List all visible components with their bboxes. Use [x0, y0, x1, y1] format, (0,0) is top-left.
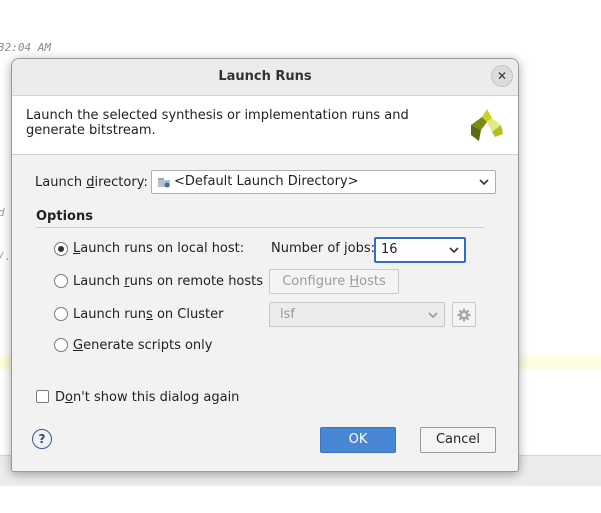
cluster-value: lsf	[280, 307, 295, 322]
gear-icon	[457, 308, 471, 322]
cluster-label[interactable]: Launch runs on Cluster	[73, 307, 223, 322]
chevron-down-icon	[449, 247, 459, 254]
cluster-radio[interactable]	[54, 307, 68, 321]
ok-button[interactable]: OK	[320, 427, 396, 453]
number-of-jobs-label: Number of jobs:	[271, 241, 375, 256]
background-fragment: /.	[0, 250, 12, 263]
dialog-titlebar: Launch Runs ✕	[12, 59, 518, 96]
options-heading: Options	[36, 209, 93, 224]
dont-show-again-label[interactable]: Don't show this dialog again	[55, 390, 239, 405]
dialog-description: Launch the selected synthesis or impleme…	[26, 108, 409, 138]
dont-show-again-checkbox[interactable]	[36, 390, 49, 403]
local-host-radio[interactable]	[54, 242, 68, 256]
local-host-label[interactable]: Launch runs on local host:	[73, 241, 244, 256]
cancel-button[interactable]: Cancel	[420, 427, 496, 453]
background-fragment: d	[0, 206, 5, 219]
launch-directory-value: <Default Launch Directory>	[174, 174, 359, 189]
number-of-jobs-value: 16	[381, 242, 398, 257]
dialog-title: Launch Runs	[218, 69, 312, 84]
options-divider	[36, 227, 484, 228]
generate-scripts-label[interactable]: Generate scripts only	[73, 338, 212, 353]
remote-hosts-radio[interactable]	[54, 274, 68, 288]
chevron-down-icon	[479, 179, 489, 186]
cluster-settings-button[interactable]	[452, 302, 476, 327]
launch-runs-dialog: Launch Runs ✕ Launch the selected synthe…	[11, 58, 519, 472]
launch-directory-label: Launch directory:	[35, 175, 148, 190]
remote-hosts-label[interactable]: Launch runs on remote hosts	[73, 274, 263, 289]
close-icon[interactable]: ✕	[491, 65, 513, 87]
background-timestamp: 32:04 AM	[0, 41, 51, 54]
vivado-logo-icon	[471, 109, 503, 141]
configure-hosts-button[interactable]: Configure Hosts	[269, 269, 399, 294]
cluster-select[interactable]: lsf	[269, 302, 445, 327]
chevron-down-icon	[428, 312, 438, 319]
generate-scripts-radio[interactable]	[54, 338, 68, 352]
folder-icon	[158, 178, 170, 188]
launch-directory-select[interactable]: <Default Launch Directory>	[151, 170, 496, 194]
help-icon[interactable]: ?	[32, 429, 52, 449]
dialog-banner: Launch the selected synthesis or impleme…	[12, 96, 518, 155]
number-of-jobs-select[interactable]: 16	[374, 237, 466, 263]
